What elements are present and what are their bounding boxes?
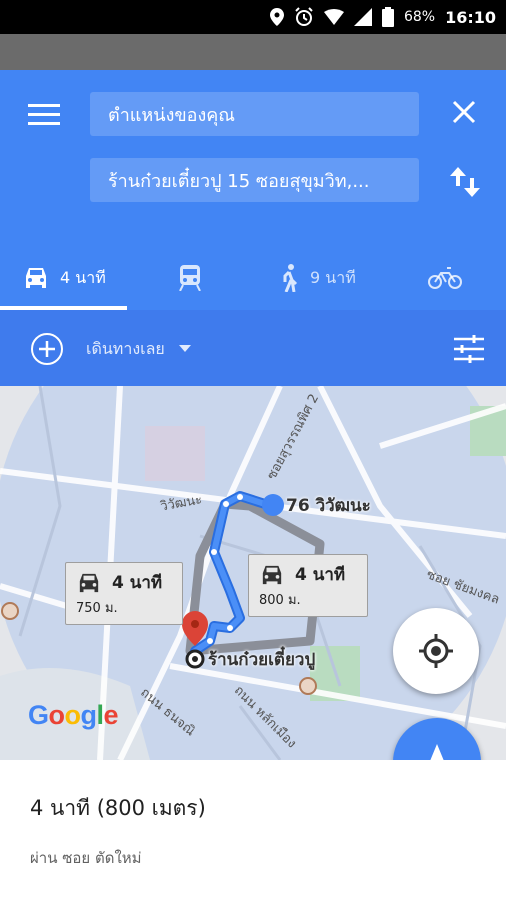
departure-time-select[interactable]: เดินทางเลย — [86, 332, 191, 366]
tab-drive-label: 4 นาที — [60, 267, 106, 287]
walk-icon — [283, 264, 298, 292]
route-main-time: 4 นาที — [295, 565, 346, 585]
route-options-icon[interactable] — [452, 332, 486, 366]
wifi-icon — [323, 9, 344, 25]
departure-bar: เดินทางเลย — [0, 310, 506, 386]
train-icon — [179, 265, 201, 291]
my-location-button[interactable] — [393, 608, 479, 694]
origin-label: 76 วิวัฒนะ — [286, 496, 371, 516]
route-alt-time: 4 นาที — [112, 573, 163, 593]
route-via: ผ่าน ซอย ตัดใหม่ — [30, 849, 142, 867]
directions-header: ตำแหน่งของคุณ ร้านก๋วยเตี๋ยวปู 15 ซอยสุข… — [0, 70, 506, 310]
departure-time-label: เดินทางเลย — [86, 338, 165, 358]
car-icon — [79, 573, 99, 592]
close-icon[interactable] — [448, 96, 480, 128]
battery-icon — [381, 7, 394, 27]
route-summary-panel[interactable]: 4 นาที (800 เมตร) ผ่าน ซอย ตัดใหม่ — [0, 760, 506, 900]
signal-icon — [353, 8, 372, 26]
travel-mode-tabs: 4 นาที 9 นาที — [0, 246, 506, 310]
destination-field[interactable]: ร้านก๋วยเตี๋ยวปู 15 ซอยสุขุมวิท,... — [90, 158, 419, 202]
car-icon — [262, 565, 282, 584]
alarm-icon — [295, 7, 313, 26]
status-bar: 68% 16:10 — [0, 0, 506, 34]
route-alt-distance: 750 ม. — [76, 601, 118, 616]
tab-drive[interactable]: 4 นาที — [22, 246, 106, 310]
route-bubble-alt[interactable]: 4 นาที 750 ม. — [65, 562, 183, 625]
toolbar-shade — [0, 34, 506, 70]
route-bubble-main[interactable]: 4 นาที 800 ม. — [248, 554, 368, 617]
bike-icon — [428, 267, 462, 289]
route-duration: 4 นาที (800 เมตร) — [30, 796, 206, 820]
battery-level: 68% — [403, 9, 436, 25]
tab-walk[interactable]: 9 นาที — [280, 246, 356, 310]
route-main-distance: 800 ม. — [259, 593, 301, 608]
origin-field[interactable]: ตำแหน่งของคุณ — [90, 92, 419, 136]
car-icon — [26, 268, 46, 288]
swap-icon[interactable] — [448, 163, 482, 201]
google-logo: Google — [28, 700, 119, 730]
tab-bike[interactable] — [428, 246, 462, 310]
tab-transit[interactable] — [178, 246, 202, 310]
clock: 16:10 — [445, 7, 496, 27]
add-stop-icon[interactable] — [30, 332, 64, 366]
menu-icon[interactable] — [28, 104, 62, 128]
tab-walk-label: 9 นาที — [310, 267, 356, 287]
crosshair-icon — [419, 634, 453, 668]
location-icon — [269, 8, 284, 26]
dropdown-arrow-icon — [178, 345, 191, 352]
destination-label[interactable]: ร้านก๋วยเตี๋ยวปู — [208, 646, 315, 673]
